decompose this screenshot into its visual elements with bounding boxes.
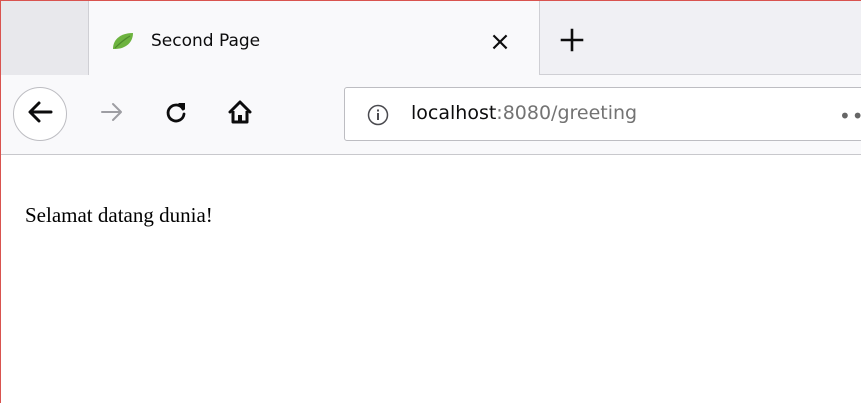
page-content: Selamat datang dunia! xyxy=(1,155,861,403)
url-text[interactable]: localhost:8080/greeting xyxy=(411,102,637,124)
forward-arrow-icon xyxy=(100,101,124,128)
page-actions-icon[interactable]: •• xyxy=(839,104,861,128)
tab-second-page[interactable]: Second Page × xyxy=(89,1,540,75)
greeting-text: Selamat datang dunia! xyxy=(25,203,213,227)
spring-leaf-icon xyxy=(111,31,135,51)
browser-window: Second Page × localhost:8080/greeting • … xyxy=(0,0,861,403)
back-button[interactable] xyxy=(13,87,67,141)
reload-icon xyxy=(164,100,188,129)
home-button[interactable] xyxy=(223,97,257,131)
plus-icon xyxy=(560,28,584,57)
tab-strip: Second Page × xyxy=(1,1,861,75)
tab-strip-spacer xyxy=(1,1,89,75)
tab-title: Second Page xyxy=(151,31,261,51)
back-arrow-icon xyxy=(27,100,53,129)
home-icon xyxy=(227,99,253,130)
navigation-toolbar: localhost:8080/greeting •• xyxy=(1,75,861,155)
new-tab-button[interactable] xyxy=(557,27,587,57)
forward-button[interactable] xyxy=(97,99,127,129)
close-tab-icon[interactable]: × xyxy=(487,29,513,55)
info-icon[interactable] xyxy=(367,104,389,126)
url-bar[interactable]: localhost:8080/greeting •• xyxy=(344,87,861,141)
reload-button[interactable] xyxy=(161,99,191,129)
url-host: localhost xyxy=(411,102,497,124)
url-path: :8080/greeting xyxy=(496,102,638,124)
